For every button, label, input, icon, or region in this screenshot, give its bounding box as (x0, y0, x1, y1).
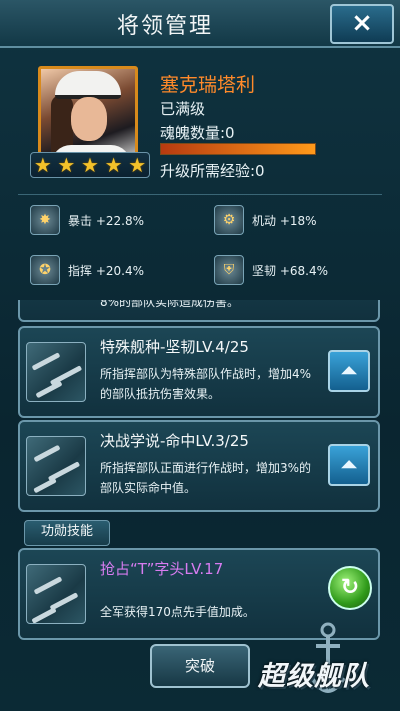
stat-mobility: ⚙ 机动 +18% (214, 205, 384, 239)
refresh-icon[interactable]: ↻ (328, 566, 372, 610)
merit-skill-title: 抢占“T”字头LV.17 (100, 560, 224, 578)
star-icon: ★ (81, 153, 99, 177)
skill-title: 特殊舰种-坚韧LV.4/25 (100, 338, 249, 356)
skill-list[interactable]: 8%的部队实际造成伤害。 特殊舰种-坚韧LV.4/25 所指挥部队为特殊部队作战… (18, 300, 382, 652)
star-icon: ★ (104, 153, 123, 177)
merit-skills-tab[interactable]: 功勋技能 (24, 520, 110, 546)
merit-skill-description: 全军获得170点先手值加成。 (100, 605, 255, 619)
stat-mobility-text: 机动 +18% (252, 214, 317, 228)
breakthrough-button[interactable]: 突破 (150, 644, 250, 688)
fleet-thumbnail (26, 436, 86, 496)
hero-level-status: 已满级 (160, 100, 206, 118)
exp-required: 升级所需经验:0 (160, 162, 265, 180)
star-rating: ★ ★ ★ ★ ★ (30, 152, 150, 178)
skill-upgrade-button[interactable]: ⏶ (328, 350, 370, 392)
stat-crit-text: 暴击 +22.8% (68, 214, 144, 228)
command-icon: ✪ (30, 255, 60, 285)
toughness-icon: ⛨ (214, 255, 244, 285)
stat-toughness-text: 坚韧 +68.4% (252, 264, 328, 278)
game-logo: 超级舰队 (256, 620, 398, 706)
mobility-icon: ⚙ (214, 205, 244, 235)
skill-card: 特殊舰种-坚韧LV.4/25 所指挥部队为特殊部队作战时，增加4%的部队抵抗伤害… (18, 326, 380, 418)
hero-name: 塞克瑞塔利 (160, 74, 256, 96)
stat-command: ✪ 指挥 +20.4% (30, 255, 200, 289)
stat-toughness: ⛨ 坚韧 +68.4% (214, 255, 384, 289)
soul-progress-fill (161, 144, 315, 154)
crit-icon: ✸ (30, 205, 60, 235)
skill-description: 所指挥部队为特殊部队作战时，增加4%的部队抵抗伤害效果。 (100, 367, 312, 401)
star-icon: ★ (57, 153, 76, 177)
hero-info: ★ ★ ★ ★ ★ 塞克瑞塔利 已满级 魂魄数量:0 升级所需经验:0 (10, 56, 390, 188)
portrait-face (71, 97, 107, 141)
skill-card: 决战学说-命中LV.3/25 所指挥部队正面进行作战时，增加3%的部队实际命中值… (18, 420, 380, 512)
portrait-cap (55, 71, 121, 99)
title-bar: 将领管理 × (0, 0, 400, 48)
close-button[interactable]: × (330, 4, 394, 44)
skill-upgrade-button[interactable]: ⏶ (328, 444, 370, 486)
soul-count: 魂魄数量:0 (160, 124, 235, 142)
soul-progress-bar (160, 143, 316, 155)
page-title: 将领管理 (116, 14, 213, 39)
stat-command-text: 指挥 +20.4% (68, 264, 144, 278)
star-icon: ★ (128, 153, 147, 177)
game-panel: 将领管理 × ★ ★ ★ ★ ★ 塞克瑞塔利 已满级 魂魄数量:0 升级所需经验… (0, 0, 400, 711)
stats-panel: ✸ 暴击 +22.8% ⚙ 机动 +18% ✪ 指挥 +20.4% ⛨ 坚韧 +… (18, 194, 382, 295)
stat-crit: ✸ 暴击 +22.8% (30, 205, 200, 239)
skill-description: 8%的部队实际造成伤害。 (100, 300, 240, 309)
hero-portrait (38, 66, 138, 166)
fleet-thumbnail (26, 564, 86, 624)
logo-text: 超级舰队 (258, 661, 370, 692)
skill-description: 所指挥部队正面进行作战时，增加3%的部队实际命中值。 (100, 461, 312, 495)
star-icon: ★ (33, 153, 52, 177)
skill-title: 决战学说-命中LV.3/25 (100, 432, 249, 450)
skill-card: 8%的部队实际造成伤害。 (18, 300, 380, 322)
fleet-thumbnail (26, 342, 86, 402)
